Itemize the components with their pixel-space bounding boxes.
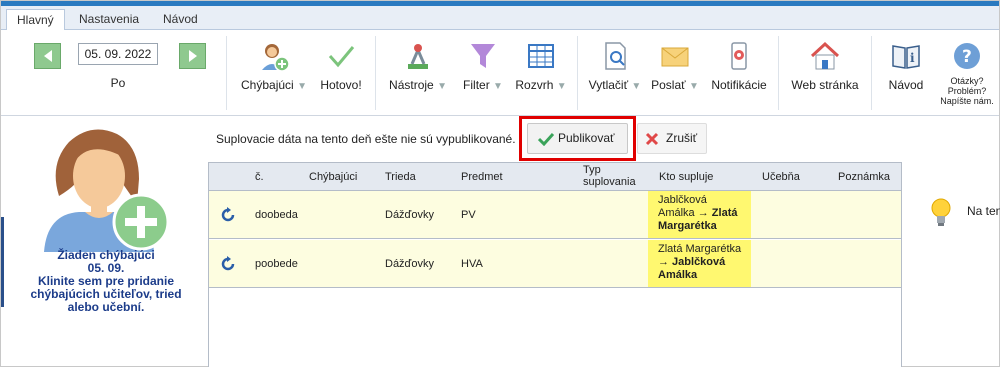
tab-strip: Hlavný Nastavenia Návod	[1, 6, 999, 31]
dropdown-arrow-icon: ▼	[631, 81, 642, 92]
col-sub-type-line-1: Typ	[583, 164, 601, 176]
cell-class: Dážďovky	[385, 209, 434, 221]
substitution-table: č. Chýbajúci Trieda Predmet Typ suplovan…	[208, 162, 902, 367]
col-substitute[interactable]: Kto supluje	[659, 171, 713, 183]
date-field[interactable]: 05. 09. 2022	[78, 43, 158, 65]
panel-accent-bar	[1, 217, 4, 307]
tools-button[interactable]: Nástroje ▼	[385, 40, 451, 92]
col-c[interactable]: č.	[255, 171, 264, 183]
cell-c: doobeda	[255, 209, 298, 221]
tools-label: Nástroje	[389, 78, 434, 92]
substitute-from-2: Amálka	[658, 207, 695, 219]
col-sub-type[interactable]: Typ suplovania	[583, 164, 636, 188]
dropdown-arrow-icon: ▼	[688, 81, 699, 92]
substitute-to-2: Amálka	[658, 269, 698, 281]
refresh-icon[interactable]	[220, 256, 236, 272]
website-button[interactable]: Web stránka	[787, 40, 863, 92]
col-missing[interactable]: Chýbajúci	[309, 171, 357, 183]
manual-button[interactable]: i Návod	[881, 40, 931, 92]
phone-notification-icon	[731, 42, 747, 70]
refresh-icon[interactable]	[220, 207, 236, 223]
tools-icon	[408, 44, 428, 69]
dropdown-arrow-icon: ▼	[437, 81, 447, 92]
no-missing-text: Žiaden chýbajúci 05. 09. Klinite sem pre…	[11, 249, 201, 314]
home-icon	[810, 41, 840, 70]
no-missing-line-5: alebo učební.	[67, 300, 145, 314]
timetable-label: Rozvrh	[515, 78, 554, 92]
missing-label: Chýbajúci	[241, 78, 294, 92]
table-header: č. Chýbajúci Trieda Predmet Typ suplovan…	[209, 163, 901, 191]
teacher-avatar-icon	[44, 129, 169, 252]
notifications-label: Notifikácie	[711, 78, 767, 92]
help-button[interactable]: ? Otázky? Problém? Napíšte nám.	[937, 40, 997, 106]
cancel-label: Zrušiť	[666, 131, 698, 145]
cell-class: Dážďovky	[385, 258, 434, 270]
help-line-3: Napíšte nám.	[940, 96, 994, 106]
send-label: Poslať	[651, 78, 686, 92]
next-day-button[interactable]	[179, 43, 206, 69]
tab-hlavny[interactable]: Hlavný	[6, 9, 65, 31]
substitute-to-2: Margarétka	[658, 220, 717, 232]
help-line-1: Otázky?	[950, 76, 984, 86]
substitute-to: → Jablčková	[658, 256, 726, 268]
lightbulb-icon	[931, 198, 951, 226]
print-label: Vytlačiť	[588, 78, 629, 92]
cell-subject: HVA	[461, 258, 483, 270]
tab-navod[interactable]: Návod	[153, 9, 208, 30]
unpublished-notice: Suplovacie dáta na tento deň ešte nie sú…	[216, 132, 516, 146]
table-row[interactable]: poobede Dážďovky HVA Zlatá Margarétka → …	[209, 240, 901, 288]
ribbon-toolbar: 05. 09. 2022 Po Chýbajúci ▼ Hotovo! Nást…	[1, 30, 999, 116]
done-button[interactable]: Hotovo!	[316, 40, 366, 92]
filter-button[interactable]: Filter ▼	[457, 40, 509, 92]
arrow-left-icon	[44, 50, 52, 62]
help-line-2: Problém?	[947, 86, 987, 96]
timetable-button[interactable]: Rozvrh ▼	[513, 40, 569, 92]
print-button[interactable]: Vytlačiť ▼	[586, 40, 644, 92]
notifications-button[interactable]: Notifikácie	[707, 40, 771, 92]
book-icon: i	[892, 45, 920, 69]
tab-nastavenia[interactable]: Nastavenia	[69, 9, 149, 30]
substitute-to: → Zlatá	[697, 207, 738, 219]
publish-label: Publikovať	[558, 131, 615, 145]
check-icon	[328, 46, 355, 68]
manual-label: Návod	[888, 78, 924, 92]
cell-subject: PV	[461, 209, 476, 221]
done-label: Hotovo!	[320, 78, 362, 92]
publish-button[interactable]: Publikovať	[527, 123, 628, 154]
website-label: Web stránka	[791, 78, 859, 92]
svg-text:i: i	[910, 51, 915, 65]
cell-substitute[interactable]: Jablčková Amálka → Zlatá Margarétka	[648, 191, 751, 238]
dropdown-arrow-icon: ▼	[493, 81, 503, 92]
cell-c: poobede	[255, 258, 298, 270]
col-sub-type-line-2: suplovania	[583, 176, 636, 188]
prev-day-button[interactable]	[34, 43, 61, 69]
dropdown-arrow-icon: ▼	[556, 81, 567, 92]
filter-icon	[471, 44, 495, 68]
filter-label: Filter	[463, 78, 490, 92]
missing-panel[interactable]: Žiaden chýbajúci 05. 09. Klinite sem pre…	[1, 117, 203, 366]
day-label: Po	[110, 76, 126, 90]
cancel-button[interactable]: Zrušiť	[637, 123, 707, 154]
timetable-icon	[528, 44, 554, 68]
question-icon: ?	[954, 43, 980, 69]
check-icon	[538, 132, 554, 146]
col-subject[interactable]: Predmet	[461, 171, 503, 183]
add-teacher-icon	[262, 44, 290, 72]
hint-text: Na ten	[967, 204, 1000, 218]
close-icon	[645, 132, 659, 146]
col-room[interactable]: Učebňa	[762, 171, 800, 183]
cell-substitute[interactable]: Zlatá Margarétka → Jablčková Amálka	[648, 240, 751, 287]
substitute-from: Jablčková	[658, 194, 707, 206]
substitute-from: Zlatá Margarétka	[658, 243, 742, 255]
print-preview-icon	[605, 42, 626, 70]
svg-text:?: ?	[962, 47, 972, 67]
col-class[interactable]: Trieda	[385, 171, 416, 183]
envelope-icon	[661, 47, 689, 67]
table-row[interactable]: doobeda Dážďovky PV Jablčková Amálka → Z…	[209, 191, 901, 239]
dropdown-arrow-icon: ▼	[297, 81, 307, 92]
arrow-right-icon	[189, 50, 197, 62]
col-note[interactable]: Poznámka	[838, 171, 890, 183]
send-button[interactable]: Poslať ▼	[649, 40, 701, 92]
missing-button[interactable]: Chýbajúci ▼	[239, 40, 309, 92]
